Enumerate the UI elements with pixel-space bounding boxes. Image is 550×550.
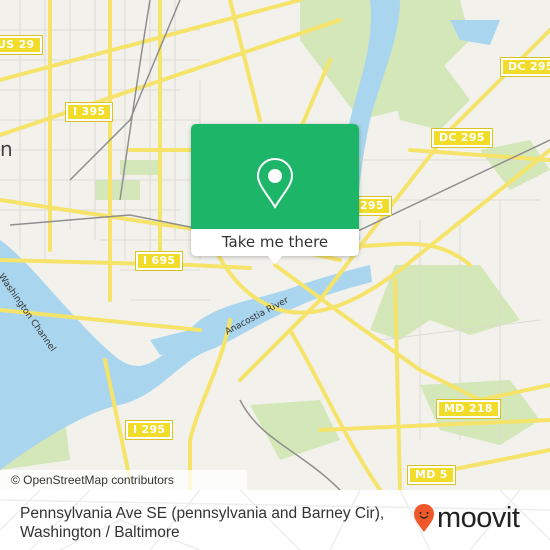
moovit-logo[interactable]: moovit (413, 502, 520, 534)
map-attribution[interactable]: © OpenStreetMap contributors (0, 470, 247, 490)
brand-wordmark: moovit (437, 502, 520, 534)
road-shield-dc295: DC 295 (500, 57, 550, 77)
map-pin-icon (256, 157, 294, 209)
popup-header (191, 124, 359, 229)
address-line-2: Washington / Baltimore (20, 524, 180, 541)
road-shield-dc295: DC 295 (431, 128, 493, 148)
road-shield-i295: I 295 (124, 420, 174, 440)
road-shield-md218: MD 218 (436, 399, 501, 419)
moovit-pin-icon (414, 504, 434, 532)
road-shield-md5: MD 5 (407, 465, 456, 485)
take-me-there-button[interactable]: Take me there (191, 229, 359, 256)
map-view[interactable]: n Washington Channel Anacostia River US … (0, 0, 550, 490)
footer: Pennsylvania Ave SE (pennsylvania and Ba… (0, 490, 550, 550)
road-shield-i695: I 695 (134, 251, 184, 271)
city-label: n (0, 137, 13, 161)
stop-address: Pennsylvania Ave SE (pennsylvania and Ba… (20, 504, 384, 542)
popup-pointer (267, 255, 283, 264)
road-shield-i395: I 395 (64, 102, 114, 122)
location-popup: Take me there (191, 124, 359, 264)
road-shield-us29: US 29 (0, 35, 43, 55)
address-line-1: Pennsylvania Ave SE (pennsylvania and Ba… (20, 505, 385, 522)
